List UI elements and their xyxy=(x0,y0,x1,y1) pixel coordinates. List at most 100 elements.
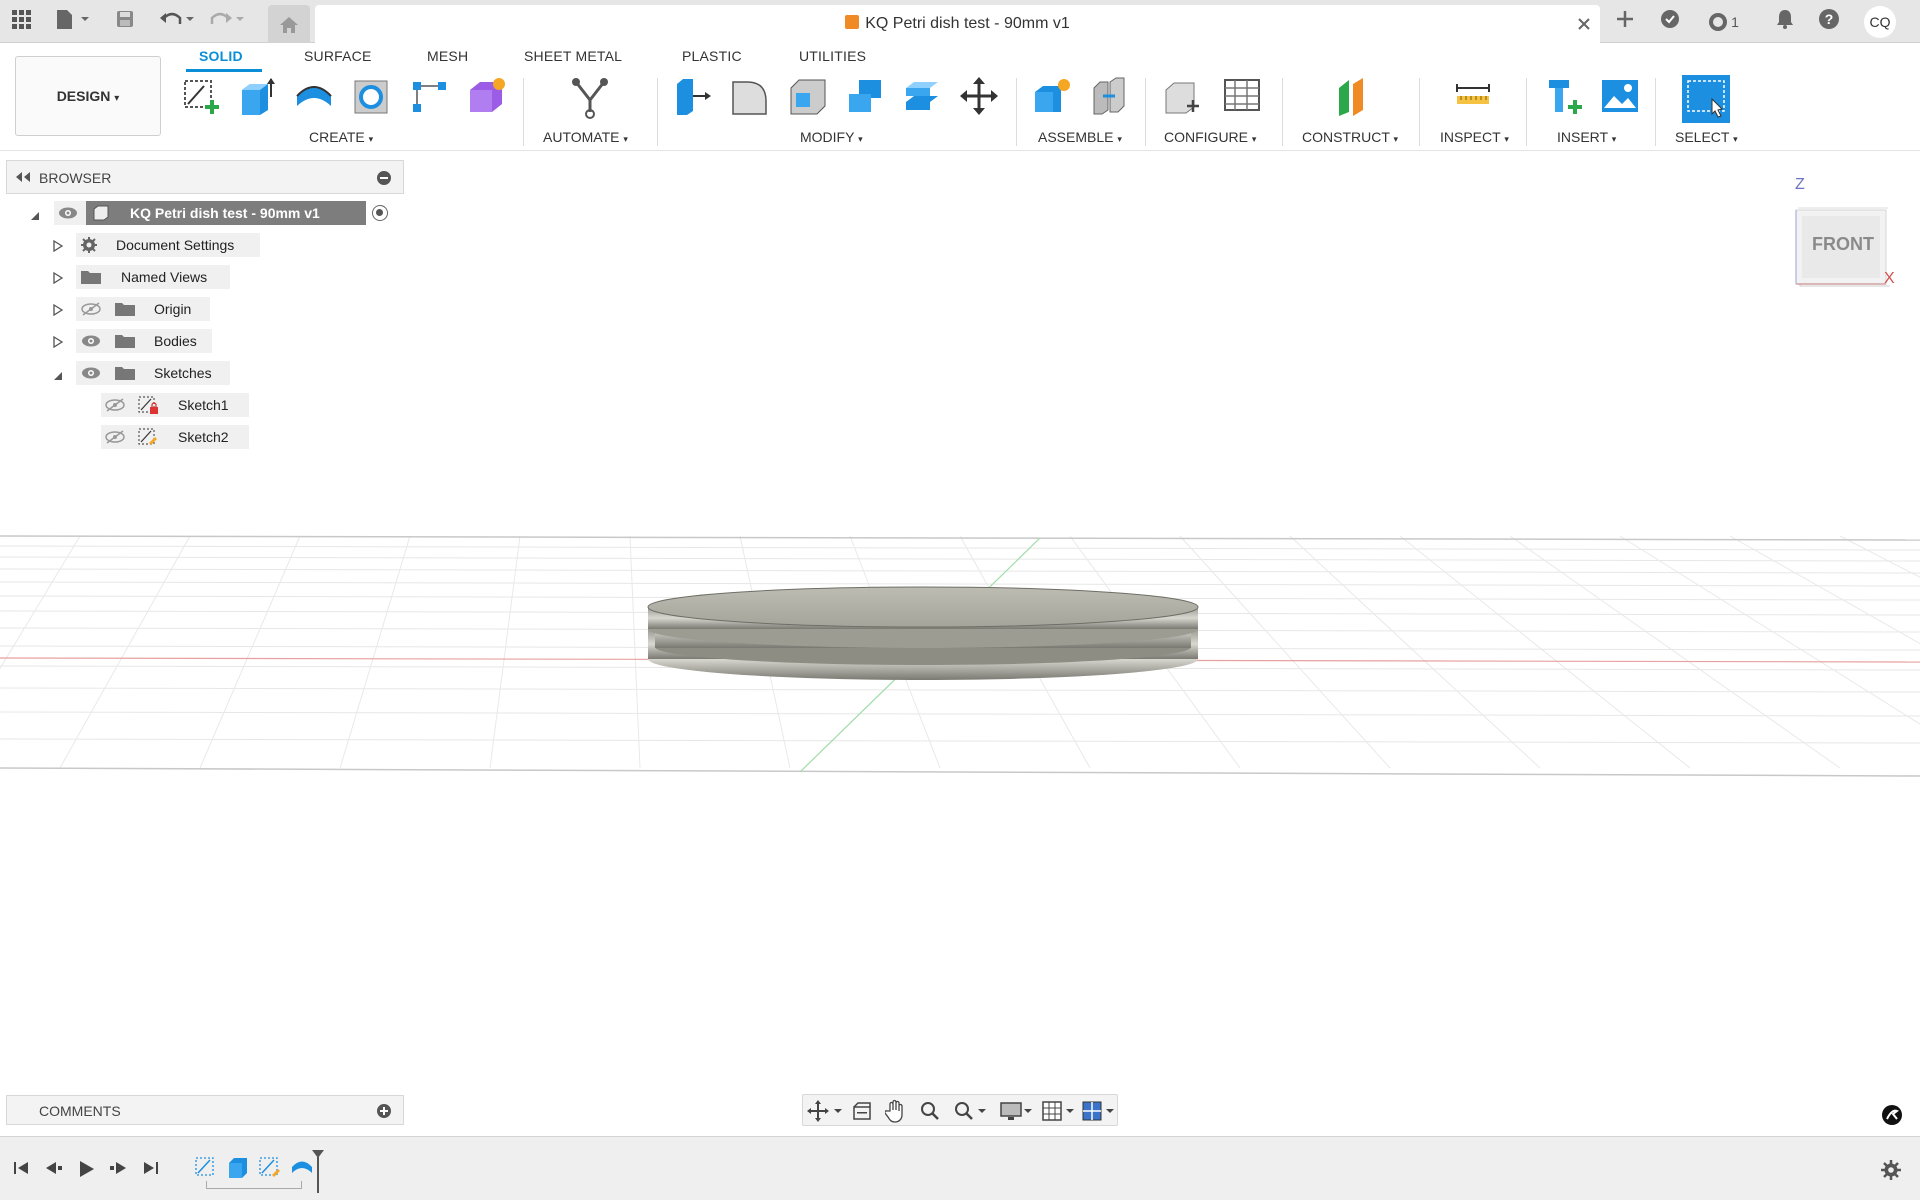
file-menu-icon[interactable] xyxy=(52,8,94,34)
workspace-switcher[interactable]: DESIGN ▾ xyxy=(15,56,161,136)
display-settings-icon[interactable] xyxy=(999,1100,1035,1127)
activate-radio-icon[interactable] xyxy=(372,205,388,221)
browser-item-label: Named Views xyxy=(121,269,208,285)
hidden-eye-icon[interactable] xyxy=(104,398,126,415)
configure-parameter-icon[interactable] xyxy=(1163,76,1203,116)
step-back-icon[interactable] xyxy=(44,1159,64,1182)
collapse-arrow-icon[interactable] xyxy=(53,368,63,384)
tab-utilities[interactable]: UTILITIES xyxy=(799,48,866,64)
move-icon[interactable] xyxy=(959,76,999,116)
step-forward-icon[interactable] xyxy=(108,1159,128,1182)
go-to-end-icon[interactable] xyxy=(140,1159,160,1182)
home-tab-icon[interactable] xyxy=(268,5,310,43)
tab-mesh[interactable]: MESH xyxy=(427,48,468,64)
expand-arrow-icon[interactable] xyxy=(30,208,40,224)
tab-sheet-metal[interactable]: SHEET METAL xyxy=(524,48,622,64)
fillet-icon[interactable] xyxy=(730,76,770,116)
browser-item-bodies[interactable]: Bodies xyxy=(0,329,404,353)
browser-item-label: Sketches xyxy=(154,365,212,381)
measure-icon[interactable] xyxy=(1453,76,1493,116)
play-icon[interactable] xyxy=(76,1159,96,1184)
create-form-icon[interactable] xyxy=(466,76,506,116)
extrude-icon[interactable] xyxy=(238,76,278,116)
configuration-table-icon[interactable] xyxy=(1222,76,1262,116)
automate-icon[interactable] xyxy=(568,76,612,119)
undo-icon[interactable] xyxy=(158,8,198,34)
modify-group-label[interactable]: MODIFY ▾ xyxy=(800,129,863,145)
grid-settings-icon[interactable] xyxy=(1041,1100,1077,1127)
browser-root-row[interactable]: KQ Petri dish test - 90mm v1 xyxy=(0,201,404,225)
create-sketch-icon[interactable] xyxy=(182,76,222,116)
help-icon[interactable]: ? xyxy=(1816,8,1842,34)
browser-item-sketch2[interactable]: Sketch2 xyxy=(0,425,404,449)
document-tab[interactable]: KQ Petri dish test - 90mm v1 xyxy=(315,5,1600,43)
hidden-eye-icon[interactable] xyxy=(80,302,102,319)
zoom-window-icon[interactable] xyxy=(953,1100,989,1127)
job-status-icon[interactable]: 1 xyxy=(1703,8,1743,34)
visibility-eye-icon[interactable] xyxy=(80,366,102,383)
view-cube[interactable]: FRONT Z X xyxy=(1780,152,1900,292)
insert-canvas-icon[interactable] xyxy=(1600,76,1640,116)
select-group-label[interactable]: SELECT ▾ xyxy=(1675,129,1738,145)
automate-group-label[interactable]: AUTOMATE ▾ xyxy=(543,129,628,145)
timeline-settings-gear-icon[interactable] xyxy=(1880,1159,1902,1186)
petri-dish-body[interactable] xyxy=(647,586,1199,680)
revolve-icon[interactable] xyxy=(294,76,334,116)
insert-group-label[interactable]: INSERT ▾ xyxy=(1557,129,1616,145)
new-tab-icon[interactable] xyxy=(1612,8,1638,34)
timeline-marker[interactable] xyxy=(311,1149,325,1198)
joint-icon[interactable] xyxy=(1089,76,1129,116)
orbit-icon[interactable] xyxy=(807,1100,845,1122)
expand-arrow-icon[interactable] xyxy=(53,239,64,255)
expand-arrow-icon[interactable] xyxy=(53,271,64,287)
tab-solid[interactable]: SOLID xyxy=(199,48,243,64)
press-pull-icon[interactable] xyxy=(673,76,713,116)
hidden-eye-icon[interactable] xyxy=(104,430,126,447)
browser-item-document-settings[interactable]: Document Settings xyxy=(0,233,404,257)
notifications-icon[interactable] xyxy=(1772,8,1798,34)
tab-surface[interactable]: SURFACE xyxy=(304,48,372,64)
expand-arrow-icon[interactable] xyxy=(53,335,64,351)
app-grid-icon[interactable] xyxy=(8,8,34,34)
zoom-icon[interactable] xyxy=(919,1100,941,1127)
user-avatar[interactable]: CQ xyxy=(1864,6,1896,38)
insert-mcmaster-icon[interactable] xyxy=(1545,76,1585,116)
close-tab-icon[interactable] xyxy=(1574,14,1594,34)
browser-item-named-views[interactable]: Named Views xyxy=(0,265,404,289)
configure-group-label[interactable]: CONFIGURE ▾ xyxy=(1164,129,1256,145)
extensions-icon[interactable] xyxy=(1657,8,1683,34)
inspect-group-label[interactable]: INSPECT ▾ xyxy=(1440,129,1509,145)
view-cube-face-label[interactable]: FRONT xyxy=(1808,234,1878,255)
browser-item-origin[interactable]: Origin xyxy=(0,297,404,321)
save-icon[interactable] xyxy=(112,8,138,34)
timeline-extrude-icon[interactable] xyxy=(226,1155,250,1184)
pan-hand-icon[interactable] xyxy=(884,1099,907,1128)
tab-plastic[interactable]: PLASTIC xyxy=(682,48,742,64)
construct-group-label[interactable]: CONSTRUCT ▾ xyxy=(1302,129,1398,145)
browser-minimize-icon[interactable] xyxy=(377,171,391,185)
combine-icon[interactable] xyxy=(845,76,885,116)
timeline-sketch1-icon[interactable] xyxy=(194,1155,218,1184)
create-group-label[interactable]: CREATE ▾ xyxy=(309,129,373,145)
look-at-icon[interactable] xyxy=(851,1100,873,1127)
construct-plane-icon[interactable] xyxy=(1333,76,1373,116)
visibility-eye-icon[interactable] xyxy=(80,334,102,351)
expand-arrow-icon[interactable] xyxy=(53,303,64,319)
collapse-browser-icon[interactable] xyxy=(14,170,32,189)
select-icon[interactable] xyxy=(1680,73,1732,125)
shell-icon[interactable] xyxy=(788,76,828,116)
viewports-icon[interactable] xyxy=(1081,1100,1117,1127)
redo-icon[interactable] xyxy=(208,8,248,34)
pattern-icon[interactable] xyxy=(410,76,450,116)
assemble-group-label[interactable]: ASSEMBLE ▾ xyxy=(1038,129,1122,145)
browser-item-sketches[interactable]: Sketches xyxy=(0,361,404,385)
add-comment-icon[interactable] xyxy=(377,1104,391,1118)
timeline-sketch2-icon[interactable] xyxy=(258,1155,282,1184)
visibility-eye-icon[interactable] xyxy=(58,206,78,223)
new-component-icon[interactable] xyxy=(1032,76,1072,116)
hole-icon[interactable] xyxy=(352,76,392,116)
go-to-start-icon[interactable] xyxy=(12,1159,32,1182)
comments-panel-header[interactable]: COMMENTS xyxy=(6,1095,404,1125)
offset-face-icon[interactable] xyxy=(902,76,942,116)
browser-item-sketch1[interactable]: Sketch1 xyxy=(0,393,404,417)
